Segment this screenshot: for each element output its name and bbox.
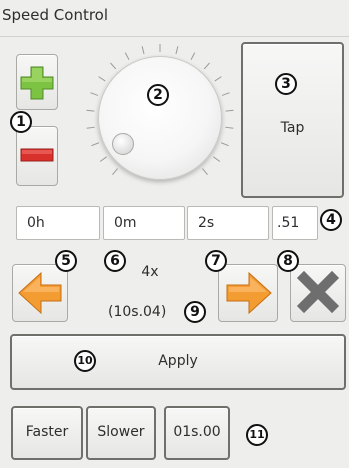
marker-2: 2 bbox=[147, 84, 169, 106]
dial-handle[interactable] bbox=[112, 133, 134, 155]
duration-readout: (10s.04) bbox=[108, 304, 167, 320]
marker-10: 10 bbox=[74, 350, 96, 372]
marker-11: 11 bbox=[246, 424, 268, 446]
apply-button[interactable]: Apply bbox=[10, 334, 346, 390]
dial-tick bbox=[221, 92, 230, 96]
dial-tick bbox=[90, 92, 99, 96]
marker-6: 6 bbox=[104, 250, 126, 272]
dial-tick bbox=[225, 126, 234, 129]
dial-tick bbox=[175, 46, 179, 55]
window-title: Speed Control bbox=[2, 6, 109, 24]
speed-dial[interactable] bbox=[98, 56, 222, 180]
minutes-field[interactable]: 0m bbox=[103, 206, 185, 240]
dial-tick bbox=[221, 142, 229, 147]
dial-tick bbox=[99, 156, 107, 162]
fraction-field[interactable]: .51 bbox=[272, 206, 318, 240]
marker-9: 9 bbox=[184, 301, 206, 323]
hours-field[interactable]: 0h bbox=[16, 206, 100, 240]
marker-4: 4 bbox=[320, 209, 342, 231]
dial-tick bbox=[124, 52, 130, 60]
dial-tick bbox=[213, 156, 221, 162]
preset-slower-label: Slower bbox=[97, 424, 145, 440]
marker-7: 7 bbox=[205, 250, 227, 272]
preset-faster-label: Faster bbox=[25, 424, 69, 440]
next-button[interactable] bbox=[218, 264, 278, 322]
hours-value: 0h bbox=[27, 215, 45, 231]
dial-tick bbox=[225, 109, 234, 112]
arrow-right-icon bbox=[226, 271, 272, 315]
dial-tick bbox=[98, 76, 106, 82]
apply-label: Apply bbox=[158, 353, 198, 369]
marker-5: 5 bbox=[55, 250, 77, 272]
preset-slower-button[interactable]: Slower bbox=[86, 406, 156, 460]
arrow-left-icon bbox=[18, 271, 62, 315]
dial-tick bbox=[86, 126, 95, 129]
dial-tick bbox=[86, 109, 95, 112]
preset-duration-button[interactable]: 01s.00 bbox=[164, 406, 230, 460]
preset-duration-label: 01s.00 bbox=[173, 424, 221, 440]
tap-button[interactable]: Tap bbox=[241, 42, 344, 198]
minus-icon bbox=[20, 148, 54, 162]
dial-tick bbox=[190, 52, 196, 60]
dial-tick bbox=[202, 168, 208, 176]
dial-tick bbox=[112, 168, 118, 176]
preset-faster-button[interactable]: Faster bbox=[11, 406, 83, 460]
close-icon bbox=[296, 270, 340, 314]
dial-tick bbox=[91, 142, 99, 147]
decrease-speed-button[interactable] bbox=[16, 126, 58, 186]
dial-tick bbox=[203, 62, 210, 70]
seconds-value: 2s bbox=[198, 215, 215, 231]
dial-tick bbox=[110, 62, 117, 70]
dial-tick bbox=[141, 46, 145, 55]
speed-readout: 4x bbox=[141, 264, 159, 280]
tap-label: Tap bbox=[280, 120, 305, 136]
marker-1: 1 bbox=[10, 111, 32, 133]
clear-button[interactable] bbox=[290, 264, 346, 322]
seconds-field[interactable]: 2s bbox=[187, 206, 269, 240]
marker-3: 3 bbox=[275, 73, 297, 95]
dial-tick bbox=[214, 76, 222, 82]
marker-8: 8 bbox=[277, 250, 299, 272]
increase-speed-button[interactable] bbox=[16, 54, 58, 110]
fraction-value: .51 bbox=[277, 215, 300, 231]
minutes-value: 0m bbox=[114, 215, 137, 231]
previous-button[interactable] bbox=[12, 264, 68, 322]
plus-icon bbox=[20, 66, 54, 100]
